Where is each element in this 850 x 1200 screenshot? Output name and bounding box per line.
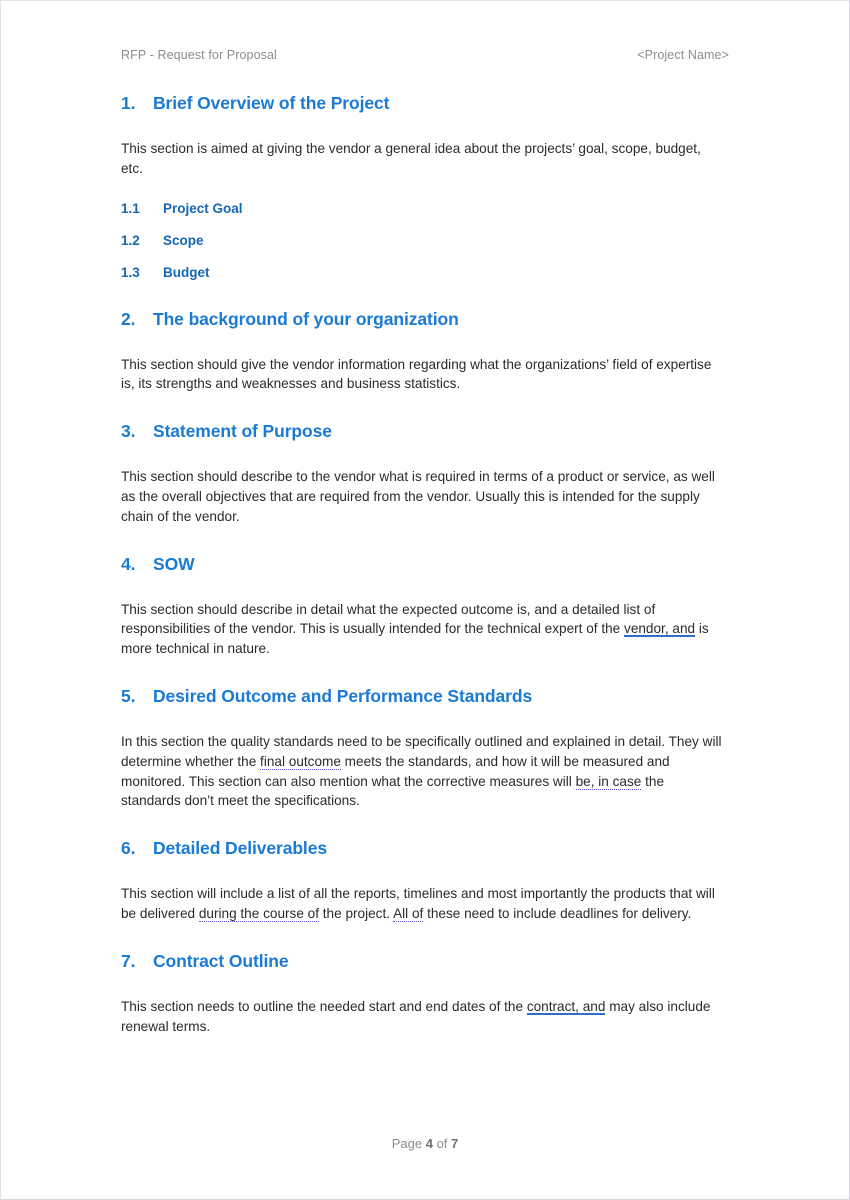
heading-section-1-number: 1. [121,93,136,113]
heading-section-2: 2. The background of your organization [121,309,725,330]
heading-subsection-1-2-title: Scope [163,232,204,248]
heading-section-5-number: 5. [121,685,136,706]
heading-section-3-title: Statement of Purpose [153,421,332,442]
heading-section-6-number: 6. [121,838,136,859]
heading-subsection-1-1: 1.1 Project Goal [121,201,725,216]
footer-page-prefix: Page [391,1136,426,1151]
paragraph-section-3: This section should describe to the vend… [121,469,715,524]
heading-section-1-title: Brief Overview of the Project [153,93,390,113]
paragraph-section-5: In this section the quality standards ne… [121,732,725,811]
heading-section-2-title: The background of your organization [153,308,459,329]
heading-section-6: 6. Detailed Deliverables [121,838,725,859]
heading-section-6-title: Detailed Deliverables [153,838,327,859]
grammar-mark-double-underline: vendor, and [624,621,696,638]
heading-section-7: 7. Contract Outline [121,951,725,972]
grammar-mark-dotted-underline: during the course of [198,905,319,922]
heading-section-2-number: 2. [121,308,136,329]
paragraph-section-2: This section should give the vendor info… [121,356,712,392]
heading-section-7-number: 7. [121,950,136,971]
footer-total-pages: 7 [451,1136,459,1151]
heading-section-4-title: SOW [153,553,195,574]
document-page: RFP - Request for Proposal <Project Name… [0,0,850,1200]
heading-subsection-1-2: 1.2 Scope [121,233,725,248]
heading-section-3-number: 3. [121,421,136,442]
heading-section-4-number: 4. [121,553,136,574]
document-footer: Page 4 of 7 [1,1136,849,1151]
paragraph-text: This section needs to outline the needed… [121,998,527,1014]
heading-section-4: 4. SOW [121,554,725,575]
heading-section-1: 1. Brief Overview of the Project [121,93,725,114]
paragraph-section-1: This section is aimed at giving the vend… [121,141,701,176]
paragraph-text: the project. [319,905,394,921]
heading-section-3: 3. Statement of Purpose [121,421,725,442]
heading-section-5-title: Desired Outcome and Performance Standard… [153,685,533,706]
heading-subsection-1-1-title: Project Goal [163,200,243,216]
footer-current-page: 4 [425,1136,433,1151]
document-header: RFP - Request for Proposal <Project Name… [121,48,729,62]
heading-section-7-title: Contract Outline [153,950,289,971]
paragraph-text: these need to include deadlines for deli… [423,905,692,921]
header-project-name-placeholder: <Project Name> [637,48,729,62]
grammar-mark-double-underline: contract, and [526,998,606,1015]
grammar-mark-dotted-underline: be, in case [575,773,642,790]
heading-subsection-1-3-title: Budget [163,264,210,280]
grammar-mark-dotted-underline: All of [393,905,424,922]
document-content: 1. Brief Overview of the Project This se… [121,93,725,1036]
heading-subsection-1-3: 1.3 Budget [121,265,725,280]
paragraph-text: This section should describe in detail w… [121,601,656,637]
heading-subsection-1-1-number: 1.1 [121,200,140,216]
heading-subsection-1-3-number: 1.3 [121,264,140,280]
heading-section-5: 5. Desired Outcome and Performance Stand… [121,686,725,707]
footer-page-middle: of [432,1136,452,1151]
header-document-title: RFP - Request for Proposal [121,48,277,62]
paragraph-section-7: This section needs to outline the needed… [121,997,725,1037]
paragraph-section-4: This section should describe in detail w… [121,600,725,659]
heading-subsection-1-2-number: 1.2 [121,232,140,248]
grammar-mark-dotted-underline: final outcome [260,753,341,770]
paragraph-section-6: This section will include a list of all … [121,884,725,924]
